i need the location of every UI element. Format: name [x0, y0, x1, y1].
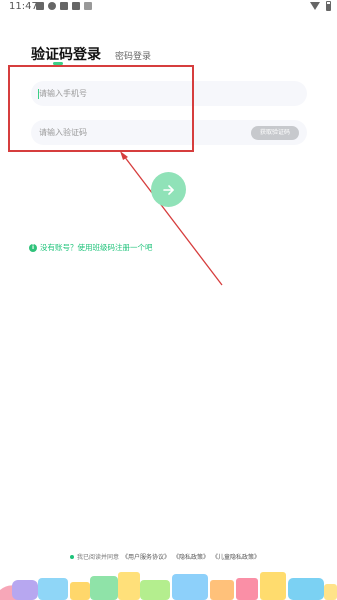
agreement-prefix: 我已阅读并同意 — [77, 554, 120, 561]
tab-password-login[interactable]: 密码登录 — [115, 49, 151, 62]
image-icon — [36, 2, 44, 10]
cast-icon — [84, 2, 92, 10]
get-code-button[interactable]: 获取验证码 — [251, 126, 299, 140]
annotation-highlight-box — [8, 65, 194, 152]
tab-code-login[interactable]: 验证码登录 — [31, 44, 101, 64]
status-right-icons — [310, 1, 331, 11]
info-icon: i — [29, 243, 37, 252]
submit-login-button[interactable] — [151, 172, 186, 207]
child-privacy-policy-link[interactable]: 《儿童隐私政策》 — [212, 552, 260, 561]
status-left-icons — [36, 2, 92, 10]
arrow-right-icon — [162, 184, 174, 195]
user-agreement-link[interactable]: 《用户服务协议》 — [122, 552, 170, 561]
a-icon — [72, 2, 80, 10]
footer-illustration — [0, 572, 337, 600]
register-row[interactable]: i 没有账号？使用班级码注册一个吧 — [29, 242, 153, 253]
notification-icon — [48, 2, 56, 10]
status-bar: 11:47 — [0, 0, 337, 14]
register-link[interactable]: 没有账号？使用班级码注册一个吧 — [40, 242, 153, 253]
battery-icon — [326, 1, 331, 11]
agreement-checkbox[interactable] — [70, 554, 74, 559]
agreement-row: 我已阅读并同意 《用户服务协议》 《隐私政策》 《儿童隐私政策》 — [70, 552, 260, 561]
privacy-policy-link[interactable]: 《隐私政策》 — [173, 552, 209, 561]
status-time: 11:47 — [9, 1, 38, 12]
app-icon — [60, 2, 68, 10]
wifi-icon — [310, 2, 320, 10]
